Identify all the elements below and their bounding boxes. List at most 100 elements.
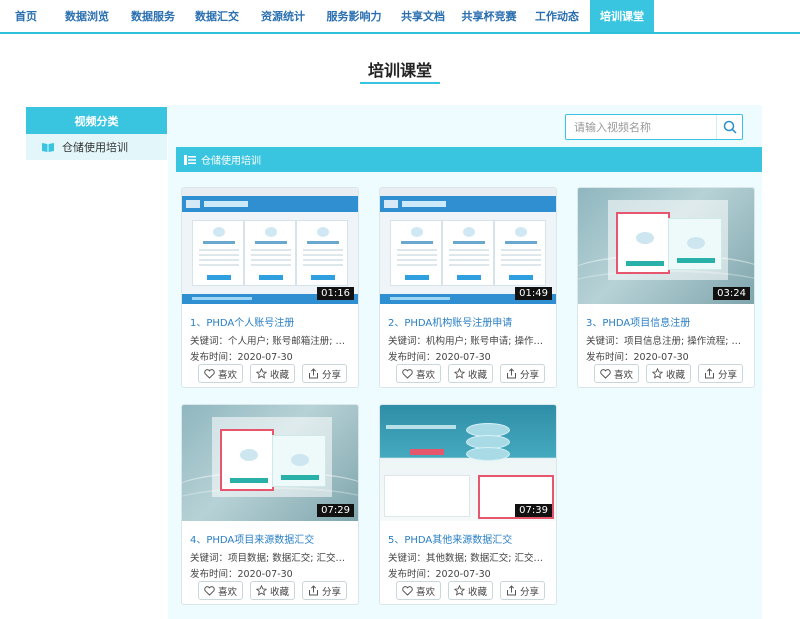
share-button[interactable]: 分享 <box>500 364 545 383</box>
video-actions: 喜欢 收藏 分享 <box>198 581 347 600</box>
video-keywords: 关键词：项目信息注册; 操作流程; 人口... <box>586 336 750 347</box>
book-icon <box>42 143 54 152</box>
category-bar: 仓储使用培训 <box>176 147 762 172</box>
sidebar: 视频分类 仓储使用培训 <box>26 107 167 160</box>
nav-item-data-browse[interactable]: 数据浏览 <box>52 0 122 32</box>
video-duration: 01:16 <box>317 287 354 300</box>
nav-item-service-impact[interactable]: 服务影响力 <box>316 0 392 32</box>
video-title[interactable]: 5、PHDA其他来源数据汇交 <box>388 531 512 546</box>
sidebar-heading: 视频分类 <box>26 107 167 134</box>
star-icon <box>255 368 267 379</box>
share-label: 分享 <box>717 369 737 381</box>
like-button[interactable]: 喜欢 <box>396 364 441 383</box>
share-icon <box>506 368 516 379</box>
video-card[interactable]: 07:29 4、PHDA项目来源数据汇交关键词：项目数据; 数据汇交; 汇交流程;… <box>181 404 359 605</box>
nav-item-data-submit[interactable]: 数据汇交 <box>184 0 250 32</box>
like-label: 喜欢 <box>415 586 435 598</box>
nav-item-data-service[interactable]: 数据服务 <box>122 0 184 32</box>
video-thumbnail[interactable]: 01:49 <box>380 188 556 304</box>
search-icon <box>723 120 737 134</box>
video-keywords: 关键词：个人用户; 账号邮箱注册; 操作... <box>190 336 354 347</box>
list-icon <box>184 154 196 165</box>
share-button[interactable]: 分享 <box>302 581 347 600</box>
video-title[interactable]: 1、PHDA个人账号注册 <box>190 314 294 329</box>
heart-icon <box>204 585 215 596</box>
favorite-label: 收藏 <box>269 586 289 598</box>
heart-icon <box>204 368 215 379</box>
nav-item-home[interactable]: 首页 <box>0 0 52 32</box>
share-icon <box>308 368 318 379</box>
video-thumbnail[interactable]: 07:39 <box>380 405 556 521</box>
star-icon <box>453 585 465 596</box>
favorite-button[interactable]: 收藏 <box>250 364 295 383</box>
favorite-label: 收藏 <box>467 369 487 381</box>
heart-icon <box>402 368 413 379</box>
video-thumbnail[interactable]: 07:29 <box>182 405 358 521</box>
like-button[interactable]: 喜欢 <box>198 364 243 383</box>
share-button[interactable]: 分享 <box>698 364 743 383</box>
nav-item-resource-stats[interactable]: 资源统计 <box>250 0 316 32</box>
video-duration: 07:29 <box>317 504 354 517</box>
search-box <box>565 114 743 140</box>
favorite-label: 收藏 <box>269 369 289 381</box>
sidebar-item-warehouse-training[interactable]: 仓储使用培训 <box>26 134 167 160</box>
video-actions: 喜欢 收藏 分享 <box>198 364 347 383</box>
like-button[interactable]: 喜欢 <box>198 581 243 600</box>
favorite-label: 收藏 <box>467 586 487 598</box>
video-date: 发布时间：2020-07-30 <box>586 352 689 363</box>
video-card[interactable]: 07:39 5、PHDA其他来源数据汇交关键词：其他数据; 数据汇交; 汇交流程;… <box>379 404 557 605</box>
video-date: 发布时间：2020-07-30 <box>190 352 293 363</box>
like-button[interactable]: 喜欢 <box>594 364 639 383</box>
favorite-button[interactable]: 收藏 <box>646 364 691 383</box>
video-card[interactable]: 03:24 3、PHDA项目信息注册关键词：项目信息注册; 操作流程; 人口...… <box>577 187 755 388</box>
share-label: 分享 <box>519 369 539 381</box>
nav-item-training[interactable]: 培训课堂 <box>590 0 654 32</box>
like-label: 喜欢 <box>613 369 633 381</box>
video-actions: 喜欢 收藏 分享 <box>594 364 743 383</box>
video-actions: 喜欢 收藏 分享 <box>396 364 545 383</box>
nav-item-competition[interactable]: 共享杯竞赛 <box>454 0 524 32</box>
favorite-button[interactable]: 收藏 <box>448 364 493 383</box>
share-icon <box>704 368 714 379</box>
video-date: 发布时间：2020-07-30 <box>388 569 491 580</box>
favorite-label: 收藏 <box>665 369 685 381</box>
video-title[interactable]: 3、PHDA项目信息注册 <box>586 314 690 329</box>
video-keywords: 关键词：机构用户; 账号申请; 操作流程; ... <box>388 336 552 347</box>
nav-item-work-news[interactable]: 工作动态 <box>524 0 590 32</box>
video-duration: 03:24 <box>713 287 750 300</box>
nav-item-shared-docs[interactable]: 共享文档 <box>392 0 454 32</box>
video-keywords: 关键词：其他数据; 数据汇交; 汇交流程; ... <box>388 553 552 564</box>
sidebar-item-label: 仓储使用培训 <box>62 141 128 154</box>
share-button[interactable]: 分享 <box>500 581 545 600</box>
heart-icon <box>402 585 413 596</box>
video-date: 发布时间：2020-07-30 <box>388 352 491 363</box>
search-button[interactable] <box>716 115 742 139</box>
video-keywords: 关键词：项目数据; 数据汇交; 汇交流程; ... <box>190 553 354 564</box>
video-date: 发布时间：2020-07-30 <box>190 569 293 580</box>
favorite-button[interactable]: 收藏 <box>448 581 493 600</box>
search-input[interactable] <box>566 115 716 139</box>
video-duration: 01:49 <box>515 287 552 300</box>
top-nav: 首页 数据浏览 数据服务 数据汇交 资源统计 服务影响力 共享文档 共享杯竞赛 … <box>0 0 800 34</box>
like-label: 喜欢 <box>415 369 435 381</box>
star-icon <box>255 585 267 596</box>
star-icon <box>651 368 663 379</box>
like-label: 喜欢 <box>217 369 237 381</box>
share-button[interactable]: 分享 <box>302 364 347 383</box>
video-title[interactable]: 2、PHDA机构账号注册申请 <box>388 314 512 329</box>
like-button[interactable]: 喜欢 <box>396 581 441 600</box>
heart-icon <box>600 368 611 379</box>
share-icon <box>506 585 516 596</box>
video-actions: 喜欢 收藏 分享 <box>396 581 545 600</box>
video-card[interactable]: 01:49 2、PHDA机构账号注册申请关键词：机构用户; 账号申请; 操作流程;… <box>379 187 557 388</box>
video-duration: 07:39 <box>515 504 552 517</box>
video-title[interactable]: 4、PHDA项目来源数据汇交 <box>190 531 314 546</box>
video-card[interactable]: 01:16 1、PHDA个人账号注册关键词：个人用户; 账号邮箱注册; 操作...… <box>181 187 359 388</box>
title-underline <box>360 82 440 84</box>
share-label: 分享 <box>321 369 341 381</box>
like-label: 喜欢 <box>217 586 237 598</box>
page-title: 培训课堂 <box>367 61 432 80</box>
video-thumbnail[interactable]: 01:16 <box>182 188 358 304</box>
favorite-button[interactable]: 收藏 <box>250 581 295 600</box>
video-thumbnail[interactable]: 03:24 <box>578 188 754 304</box>
